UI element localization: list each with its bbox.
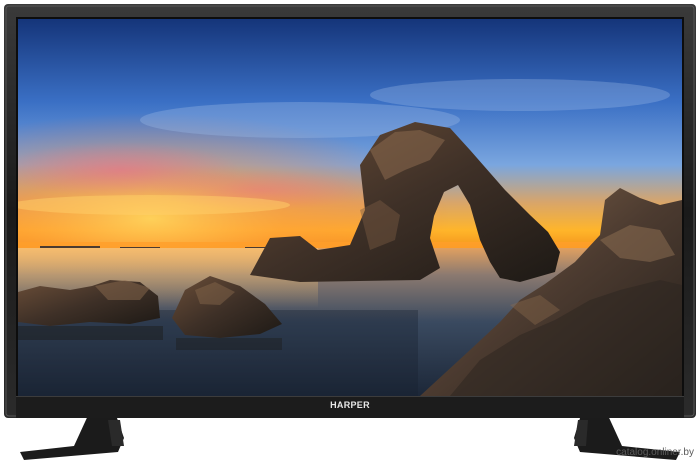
watermark-text: catalog.onliner.by [616,447,694,458]
product-photo: HARPER catalog.onliner.by [0,0,700,462]
brand-logo: HARPER [330,400,370,410]
tv-screen [18,19,682,396]
